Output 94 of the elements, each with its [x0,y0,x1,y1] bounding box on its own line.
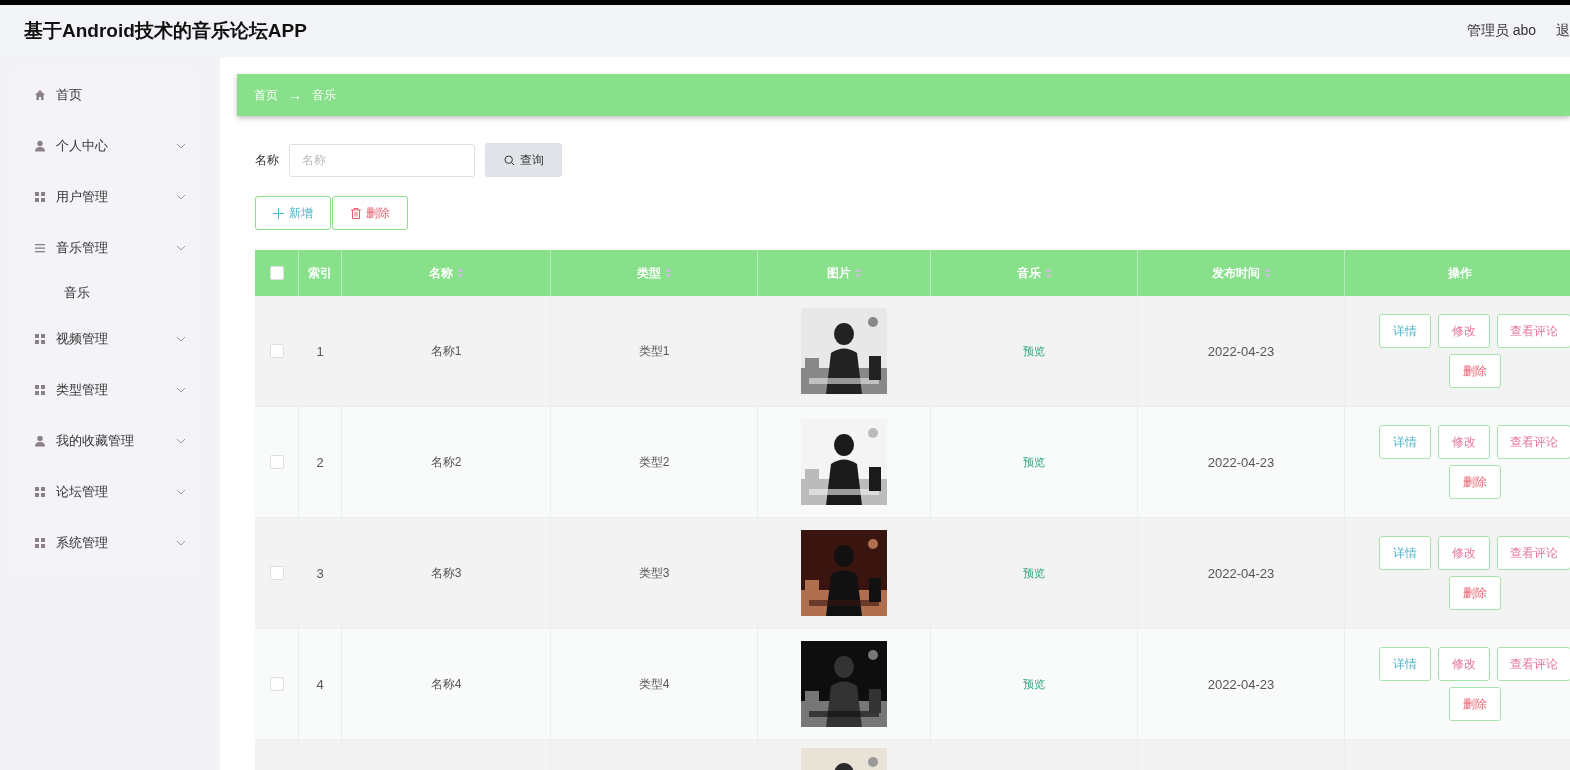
delete-button[interactable]: 删除 [1449,354,1501,388]
edit-button[interactable]: 修改 [1438,425,1490,459]
index-cell: 3 [316,565,324,581]
trash-icon [350,207,361,219]
chevron-down-icon [176,142,186,149]
preview-link[interactable]: 预览 [1023,565,1045,581]
add-button[interactable]: 新增 [255,196,331,230]
sidebar-item[interactable]: 个人中心 [12,120,196,171]
chevron-down-icon [176,437,186,444]
detail-button[interactable]: 详情 [1379,536,1431,570]
user-icon [34,434,46,447]
delete-button[interactable]: 删除 [1449,576,1501,610]
preview-link[interactable]: 预览 [1023,454,1045,470]
sort-icon [456,268,464,278]
edit-button[interactable]: 修改 [1438,314,1490,348]
edit-button[interactable]: 查看评论 [1497,647,1570,681]
grid-icon [34,536,46,549]
chevron-down-icon [176,244,186,251]
date-cell: 2022-04-23 [1207,454,1275,470]
user-name: 管理员 abo [1466,22,1536,40]
type-cell: 类型2 [638,453,670,471]
sidebar-item[interactable]: 音乐管理 [12,222,196,273]
date-cell: 2022-04-23 [1207,565,1275,581]
index-cell: 4 [316,676,324,692]
preview-link[interactable]: 预览 [1023,676,1045,692]
column-header: 音乐 [1016,264,1041,282]
sort-icon [1263,268,1271,278]
edit-button[interactable]: 修改 [1438,536,1490,570]
chevron-down-icon [176,539,186,546]
grid-icon [34,332,46,345]
name-cell: 名称3 [430,564,462,582]
index-cell: 1 [316,343,324,359]
sort-icon [1044,268,1052,278]
search-label: 名称 [255,151,279,169]
row-checkbox[interactable] [269,677,284,691]
chevron-down-icon [176,386,186,393]
home-icon [34,88,46,101]
chevron-down-icon [176,335,186,342]
row-checkbox[interactable] [269,344,284,358]
sidebar-item[interactable]: 用户管理 [12,171,196,222]
grid-icon [34,190,46,203]
chevron-down-icon [176,488,186,495]
index-cell: 2 [316,454,324,470]
edit-button[interactable]: 查看评论 [1497,536,1570,570]
sidebar-item[interactable]: 论坛管理 [12,466,196,517]
logout-link[interactable]: 退 [1556,22,1570,40]
type-cell: 类型4 [638,675,670,693]
column-header: 名称 [428,264,453,282]
delete-button[interactable]: 删除 [1449,465,1501,499]
type-cell: 类型3 [638,564,670,582]
breadcrumb-link[interactable]: 音乐 [312,86,336,104]
row-checkbox[interactable] [269,566,284,580]
chevron-down-icon [176,193,186,200]
grid-icon [34,485,46,498]
name-cell: 名称1 [430,342,462,360]
delete-button[interactable]: 删除 [332,196,408,230]
search-field[interactable]: 名称 [289,143,475,177]
list-icon [34,241,46,254]
select-all-checkbox[interactable] [269,266,284,280]
plus-icon [273,207,284,219]
name-cell: 名称2 [430,453,462,471]
detail-button[interactable]: 详情 [1379,647,1431,681]
sidebar-item[interactable]: 系统管理 [12,517,196,568]
sidebar-subitem[interactable]: 音乐 [12,273,196,313]
edit-button[interactable]: 查看评论 [1497,425,1570,459]
detail-button[interactable]: 详情 [1379,425,1431,459]
row-checkbox[interactable] [269,455,284,469]
type-cell: 类型1 [638,342,670,360]
breadcrumb-separator: → [288,87,302,103]
user-icon [34,139,46,152]
sidebar-item[interactable]: 视频管理 [12,313,196,364]
detail-button[interactable]: 详情 [1379,314,1431,348]
column-header: 操作 [1448,264,1472,282]
date-cell: 2022-04-23 [1207,343,1275,359]
grid-icon [34,383,46,396]
edit-button[interactable]: 查看评论 [1497,314,1570,348]
sidebar-item[interactable]: 首页 [12,69,196,120]
column-header: 发布时间 [1211,264,1260,282]
sort-icon [664,268,672,278]
column-header: 图片 [826,264,851,282]
edit-button[interactable]: 修改 [1438,647,1490,681]
delete-button[interactable]: 删除 [1449,687,1501,721]
name-cell: 名称4 [430,675,462,693]
preview-link[interactable]: 预览 [1023,343,1045,359]
date-cell: 2022-04-23 [1207,676,1275,692]
sort-icon [854,268,862,278]
sidebar-item[interactable]: 类型管理 [12,364,196,415]
column-header: 类型 [636,264,661,282]
column-header: 索引 [308,264,332,282]
search-button[interactable]: 查询 [485,143,562,177]
app-title: 基于Android技术的音乐论坛APP [24,19,307,43]
sidebar-item[interactable]: 我的收藏管理 [12,415,196,466]
breadcrumb-link[interactable]: 首页 [254,86,278,104]
search-icon [503,154,515,166]
